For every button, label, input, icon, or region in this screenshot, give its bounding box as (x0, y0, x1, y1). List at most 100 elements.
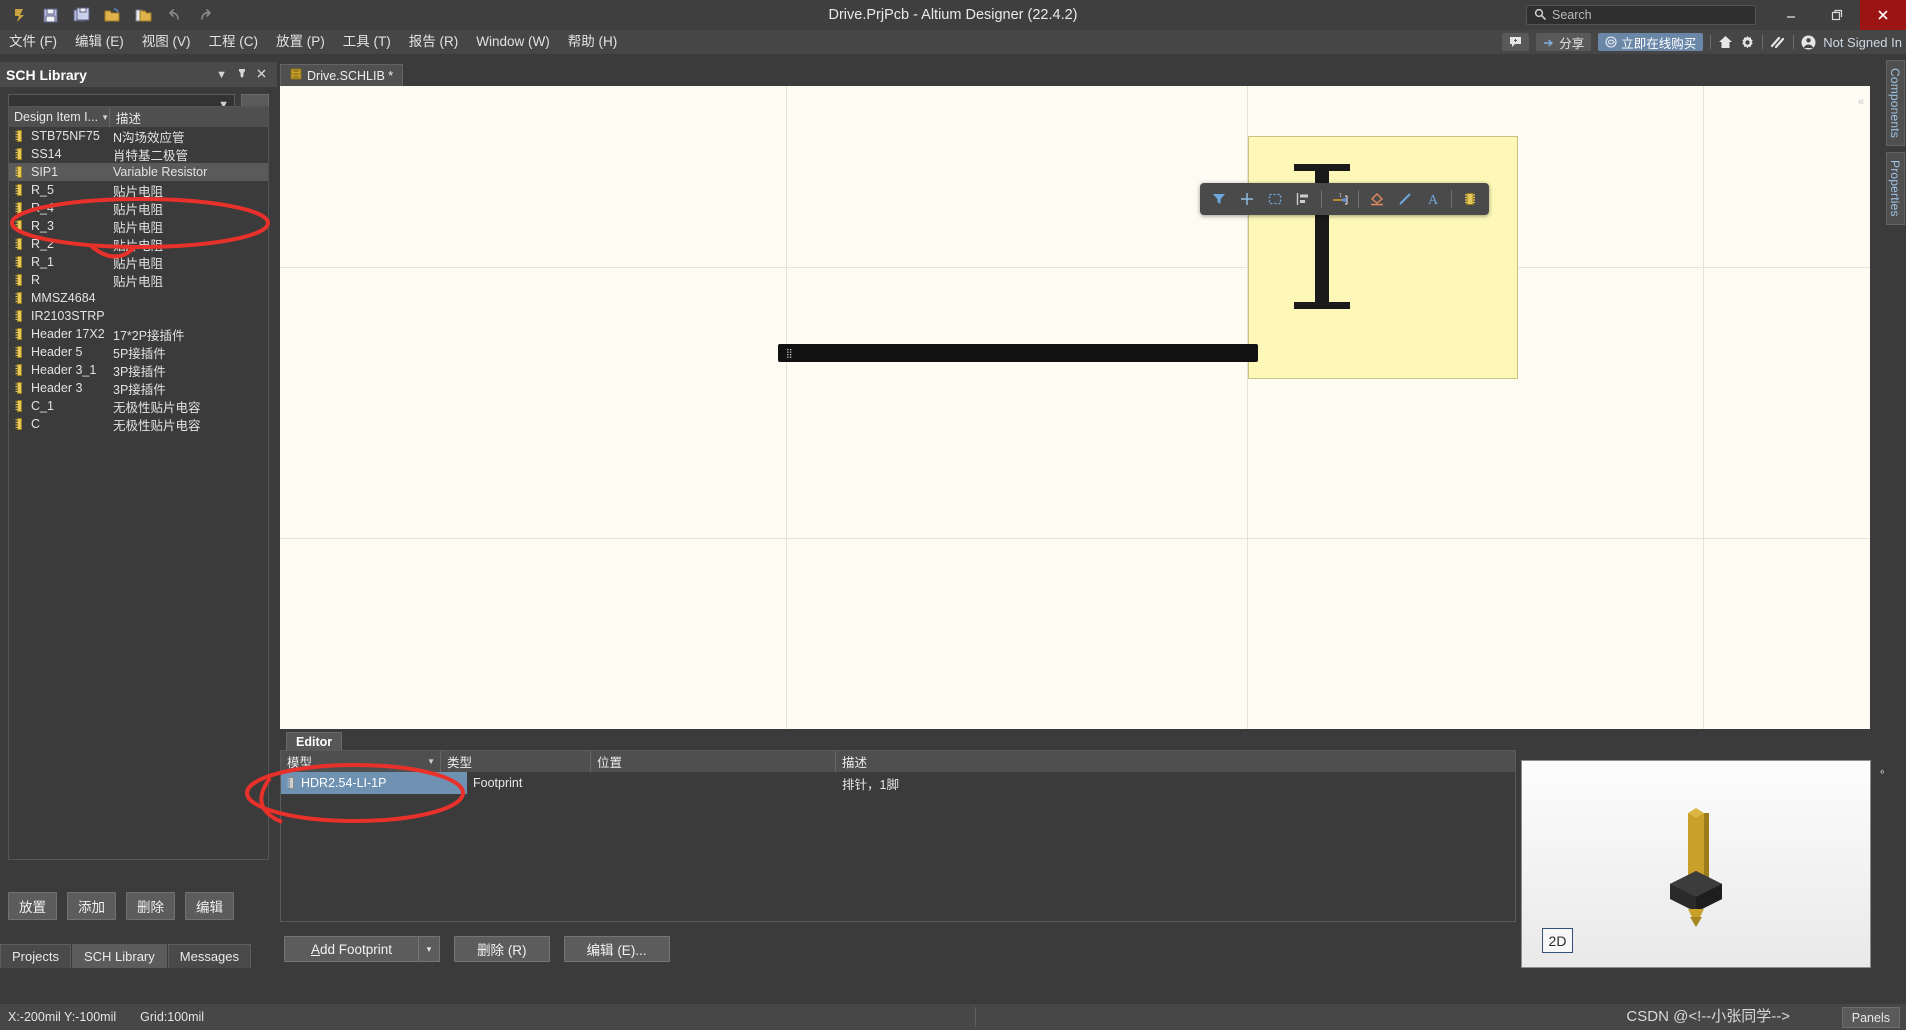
minimize-button[interactable] (1768, 0, 1814, 30)
component-description: 17*2P接插件 (113, 328, 185, 343)
column-model[interactable]: 模型 ▼ (281, 751, 441, 772)
list-item[interactable]: R_1 贴片电阻 (9, 253, 268, 271)
add-button[interactable]: 添加 (67, 892, 116, 920)
tab-sch-library[interactable]: SCH Library (71, 944, 167, 968)
add-footprint-dropdown-arrow[interactable]: ▾ (418, 936, 441, 962)
close-button[interactable] (1860, 0, 1906, 30)
list-item[interactable]: R 贴片电阻 (9, 271, 268, 289)
grid-line-vertical (786, 86, 787, 729)
place-line-icon[interactable] (1392, 186, 1418, 212)
list-item[interactable]: Header 3 3P接插件 (9, 379, 268, 397)
schlib-icon (290, 68, 302, 83)
save-icon[interactable] (38, 4, 62, 26)
place-text-icon[interactable]: A (1420, 186, 1446, 212)
component-icon (15, 130, 24, 142)
add-footprint-button[interactable]: Add Footprint (284, 936, 419, 962)
list-item[interactable]: STB75NF75 N沟场效应管 (9, 127, 268, 145)
menu-place[interactable]: 放置 (P) (267, 30, 334, 54)
schematic-canvas[interactable]: ⣿ 1 A (280, 86, 1870, 729)
list-item[interactable]: Header 17X2 17*2P接插件 (9, 325, 268, 343)
menu-tools[interactable]: 工具 (T) (334, 30, 400, 54)
list-item[interactable]: R_2 贴片电阻 (9, 235, 268, 253)
component-description: 贴片电阻 (113, 256, 164, 271)
menu-window[interactable]: Window (W) (467, 30, 559, 54)
comment-button[interactable] (1502, 33, 1530, 51)
place-component-icon[interactable] (1457, 186, 1483, 212)
editor-tab[interactable]: Editor (286, 732, 343, 750)
component-body-rectangle[interactable] (1248, 136, 1518, 379)
list-item[interactable]: SS14 肖特基二极管 (9, 145, 268, 163)
footprint-3d-preview[interactable]: 2D « (1521, 760, 1886, 968)
model-name-label: HDR2.54-LI-1P (301, 776, 387, 790)
open-icon[interactable] (100, 4, 124, 26)
delete-footprint-button[interactable]: 删除 (R) (454, 936, 550, 962)
crosshair-icon[interactable] (1234, 186, 1260, 212)
panels-button[interactable]: Panels (1841, 1007, 1900, 1028)
menu-project[interactable]: 工程 (C) (200, 30, 268, 54)
redo-icon[interactable] (193, 4, 217, 26)
component-name: R_2 (31, 237, 54, 251)
drag-handle-icon[interactable]: ⣿ (786, 349, 794, 358)
place-pin-icon[interactable]: 1 (1327, 186, 1353, 212)
document-tab-schlib[interactable]: Drive.SCHLIB * (280, 64, 404, 86)
altium-logo-icon[interactable] (7, 4, 31, 26)
dock-tab-components[interactable]: Components (1885, 60, 1905, 147)
tab-projects[interactable]: Projects (0, 944, 71, 968)
column-location[interactable]: 位置 (591, 751, 836, 772)
status-bar: X:-200mil Y:-100mil Grid:100mil CSDN @<!… (0, 1004, 1906, 1030)
column-description[interactable]: 描述 (836, 751, 1515, 772)
column-type[interactable]: 类型 (441, 751, 591, 772)
align-icon[interactable] (1290, 186, 1316, 212)
tab-messages[interactable]: Messages (167, 944, 252, 968)
save-all-icon[interactable] (69, 4, 93, 26)
table-row[interactable]: HDR2.54-LI-1P Footprint 排针，1脚 (281, 772, 1515, 794)
open-project-icon[interactable] (131, 4, 155, 26)
dock-tab-properties[interactable]: Properties (1885, 152, 1905, 225)
list-item[interactable]: IR2103STRP (9, 307, 268, 325)
column-description[interactable]: 描述 (109, 107, 268, 127)
list-item[interactable]: Header 3_1 3P接插件 (9, 361, 268, 379)
extensions-icon[interactable] (1770, 36, 1786, 49)
add-footprint-split-button[interactable]: Add Footprint ▾ (284, 936, 441, 962)
home-icon[interactable] (1718, 35, 1733, 49)
pin-icon[interactable] (232, 68, 252, 82)
menu-edit[interactable]: 编辑 (E) (66, 30, 133, 54)
place-polygon-icon[interactable] (1364, 186, 1390, 212)
account-status-label[interactable]: Not Signed In (1823, 35, 1902, 50)
list-item[interactable]: R_3 贴片电阻 (9, 217, 268, 235)
menu-view[interactable]: 视图 (V) (133, 30, 200, 54)
list-item[interactable]: R_5 贴片电阻 (9, 181, 268, 199)
edit-button[interactable]: 编辑 (185, 892, 234, 920)
select-area-icon[interactable] (1262, 186, 1288, 212)
edit-footprint-button[interactable]: 编辑 (E)... (563, 936, 670, 962)
filter-icon[interactable] (1206, 186, 1232, 212)
canvas-vertical-scrollbar[interactable] (1874, 86, 1884, 729)
selected-pin-bar[interactable]: ⣿ (778, 344, 1258, 362)
model-name-cell[interactable]: HDR2.54-LI-1P (281, 772, 467, 794)
undo-icon[interactable] (162, 4, 186, 26)
list-item[interactable]: Header 5 5P接插件 (9, 343, 268, 361)
place-button[interactable]: 放置 (8, 892, 57, 920)
restore-button[interactable] (1814, 0, 1860, 30)
delete-button[interactable]: 删除 (126, 892, 175, 920)
menu-reports[interactable]: 报告 (R) (400, 30, 468, 54)
account-icon[interactable] (1801, 35, 1816, 50)
gear-icon[interactable] (1740, 35, 1755, 50)
close-icon[interactable] (252, 69, 271, 81)
view-mode-badge[interactable]: 2D (1542, 928, 1573, 953)
column-design-item-id[interactable]: Design Item I... ▼ (9, 110, 109, 124)
list-item[interactable]: MMSZ4684 (9, 289, 268, 307)
search-input[interactable]: Search (1526, 5, 1756, 25)
component-icon (15, 256, 24, 268)
list-item[interactable]: C_1 无极性贴片电容 (9, 397, 268, 415)
menu-help[interactable]: 帮助 (H) (559, 30, 627, 54)
share-button[interactable]: 分享 (1536, 33, 1592, 51)
list-item[interactable]: C 无极性贴片电容 (9, 415, 268, 433)
list-item[interactable]: R_4 贴片电阻 (9, 199, 268, 217)
buy-online-button[interactable]: 立即在线购买 (1598, 33, 1704, 51)
list-item[interactable]: SIP1 Variable Resistor (9, 163, 268, 181)
collapse-canvas-icon[interactable]: « (1858, 96, 1864, 108)
divider (1321, 190, 1322, 208)
chevron-down-icon[interactable]: ▼ (211, 69, 232, 81)
menu-file[interactable]: 文件 (F) (0, 30, 66, 54)
